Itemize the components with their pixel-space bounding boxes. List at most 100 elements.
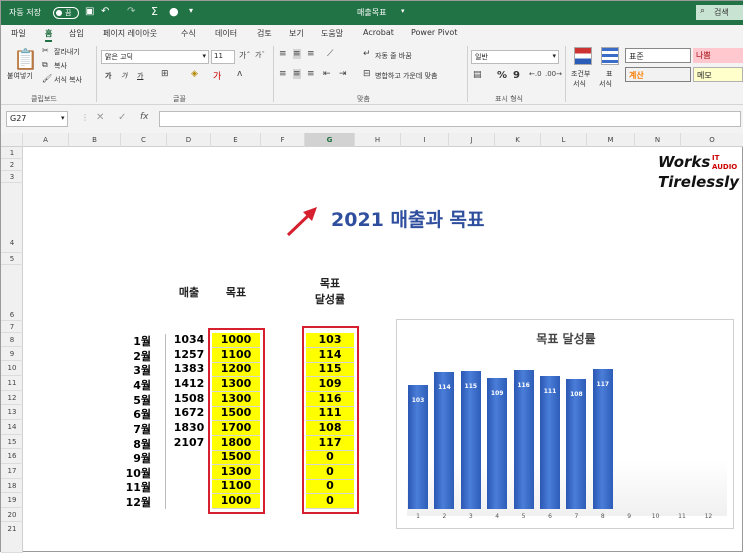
target-cell[interactable]: 1100 (212, 348, 260, 361)
rate-cell[interactable]: 0 (306, 479, 354, 492)
row-header[interactable]: 21 (1, 522, 23, 553)
row-header[interactable]: 20 (1, 508, 23, 522)
chart-bar[interactable] (487, 378, 508, 509)
decrease-decimal-icon[interactable]: .00→ (545, 70, 562, 78)
customize-qat-icon[interactable]: ▾ (189, 6, 193, 15)
row-header[interactable]: 19 (1, 493, 23, 508)
column-header[interactable]: K (495, 133, 541, 147)
sales-cell[interactable]: 1508 (167, 392, 211, 405)
rate-cell[interactable]: 116 (306, 392, 354, 405)
decrease-indent-icon[interactable]: ⇤ (323, 69, 331, 79)
font-name-select[interactable]: 맑은 고딕 ▾ (101, 50, 209, 64)
month-cell[interactable]: 7월 (115, 421, 151, 437)
target-cell[interactable]: 1800 (212, 436, 260, 449)
fill-color-icon[interactable]: ◈ (191, 69, 198, 79)
bold-button[interactable]: 가 (105, 71, 111, 81)
chevron-down-icon[interactable]: ▾ (401, 7, 405, 15)
redo-icon[interactable]: ↷ (127, 6, 135, 17)
undo-icon[interactable]: ↶ (101, 6, 109, 17)
cancel-icon[interactable]: ✕ (96, 112, 104, 123)
tab-data[interactable]: 데이터 (215, 28, 237, 39)
row-header[interactable]: 3 (1, 171, 23, 183)
month-cell[interactable]: 3월 (115, 362, 151, 378)
rate-cell[interactable]: 109 (306, 377, 354, 390)
format-as-table-button[interactable]: 표 (606, 69, 612, 79)
underline-button[interactable]: 가 (137, 71, 143, 81)
column-header[interactable]: A (23, 133, 69, 147)
target-cell[interactable]: 1100 (212, 479, 260, 492)
chart-bar[interactable] (434, 372, 455, 509)
row-header[interactable]: 5 (1, 253, 23, 265)
clipboard-icon[interactable]: 📋 (13, 47, 38, 71)
search-box[interactable]: ⌕ 검색 (696, 5, 743, 20)
row-header[interactable]: 6 (1, 265, 23, 321)
tab-home[interactable]: 홈 (45, 28, 53, 42)
column-header[interactable]: M (587, 133, 635, 147)
select-all-button[interactable] (1, 133, 23, 147)
month-cell[interactable]: 6월 (115, 406, 151, 422)
column-header[interactable]: O (681, 133, 743, 147)
row-header[interactable]: 11 (1, 376, 23, 391)
wrap-text-button[interactable]: 자동 줄 바꿈 (375, 51, 412, 61)
font-size-select[interactable]: 11 (211, 50, 235, 64)
column-header[interactable]: J (449, 133, 495, 147)
column-header[interactable]: N (635, 133, 681, 147)
decrease-font-icon[interactable]: 가ˇ (255, 50, 265, 60)
target-cell[interactable]: 1300 (212, 377, 260, 390)
chevron-down-icon[interactable]: ▾ (61, 114, 65, 122)
conditional-format-icon[interactable] (574, 47, 592, 65)
style-bad[interactable]: 나쁨 (693, 48, 743, 63)
row-header[interactable]: 18 (1, 479, 23, 493)
insert-function-button[interactable]: fx (140, 112, 149, 122)
rate-cell[interactable]: 114 (306, 348, 354, 361)
target-cell[interactable]: 1500 (212, 406, 260, 419)
increase-decimal-icon[interactable]: ←.0 (529, 70, 542, 78)
merge-center-icon[interactable]: ⊟ (363, 69, 371, 79)
style-note[interactable]: 메모 (693, 67, 743, 82)
percent-button[interactable]: % (497, 70, 507, 81)
row-header[interactable]: 1 (1, 147, 23, 159)
confirm-icon[interactable]: ✓ (118, 112, 126, 123)
month-cell[interactable]: 9월 (115, 450, 151, 466)
column-header[interactable]: C (121, 133, 167, 147)
font-color-icon[interactable]: 가 (213, 69, 221, 82)
align-top-icon[interactable]: ≡ (279, 49, 287, 59)
wrap-text-icon[interactable]: ↵ (363, 49, 371, 59)
name-box[interactable]: G27 (6, 111, 68, 127)
circle-icon[interactable]: ● (169, 5, 179, 18)
row-header[interactable]: 2 (1, 159, 23, 171)
comma-button[interactable]: 9 (513, 70, 520, 81)
row-header[interactable]: 16 (1, 449, 23, 464)
border-icon[interactable]: ⊞ (161, 69, 169, 79)
sales-cell[interactable]: 1672 (167, 406, 211, 419)
format-painter-icon[interactable]: 🖌 (42, 74, 52, 83)
tab-help[interactable]: 도움말 (321, 28, 343, 39)
cut-icon[interactable]: ✂ (42, 46, 49, 55)
chart-bar[interactable] (513, 369, 534, 509)
autosave-toggle[interactable]: 끔 (53, 7, 79, 19)
rate-cell[interactable]: 111 (306, 406, 354, 419)
tab-view[interactable]: 보기 (289, 28, 304, 39)
format-as-table-icon[interactable] (601, 47, 619, 65)
row-header[interactable]: 13 (1, 405, 23, 420)
month-cell[interactable]: 11월 (115, 479, 151, 495)
chart-bar[interactable] (566, 379, 587, 509)
align-left-icon[interactable]: ≡ (279, 69, 287, 79)
row-header[interactable]: 8 (1, 333, 23, 347)
chart-bar[interactable] (540, 375, 560, 509)
style-calculation[interactable]: 계산 (625, 67, 691, 82)
style-normal[interactable]: 표준 (625, 48, 691, 63)
currency-icon[interactable]: ▤ (473, 70, 482, 80)
align-center-icon[interactable]: ≡ (293, 69, 301, 79)
target-cell[interactable]: 1000 (212, 333, 260, 346)
align-bottom-icon[interactable]: ≡ (307, 49, 315, 59)
orientation-icon[interactable]: ⟋ (327, 49, 333, 59)
paste-button[interactable]: 붙여넣기 (7, 71, 33, 81)
rate-cell[interactable]: 108 (306, 421, 354, 434)
column-header[interactable]: H (355, 133, 401, 147)
format-painter-button[interactable]: 서식 복사 (54, 75, 82, 85)
row-header[interactable]: 14 (1, 420, 23, 435)
align-right-icon[interactable]: ≡ (307, 69, 315, 79)
target-cell[interactable]: 1500 (212, 450, 260, 463)
copy-icon[interactable]: ⧉ (42, 60, 48, 70)
